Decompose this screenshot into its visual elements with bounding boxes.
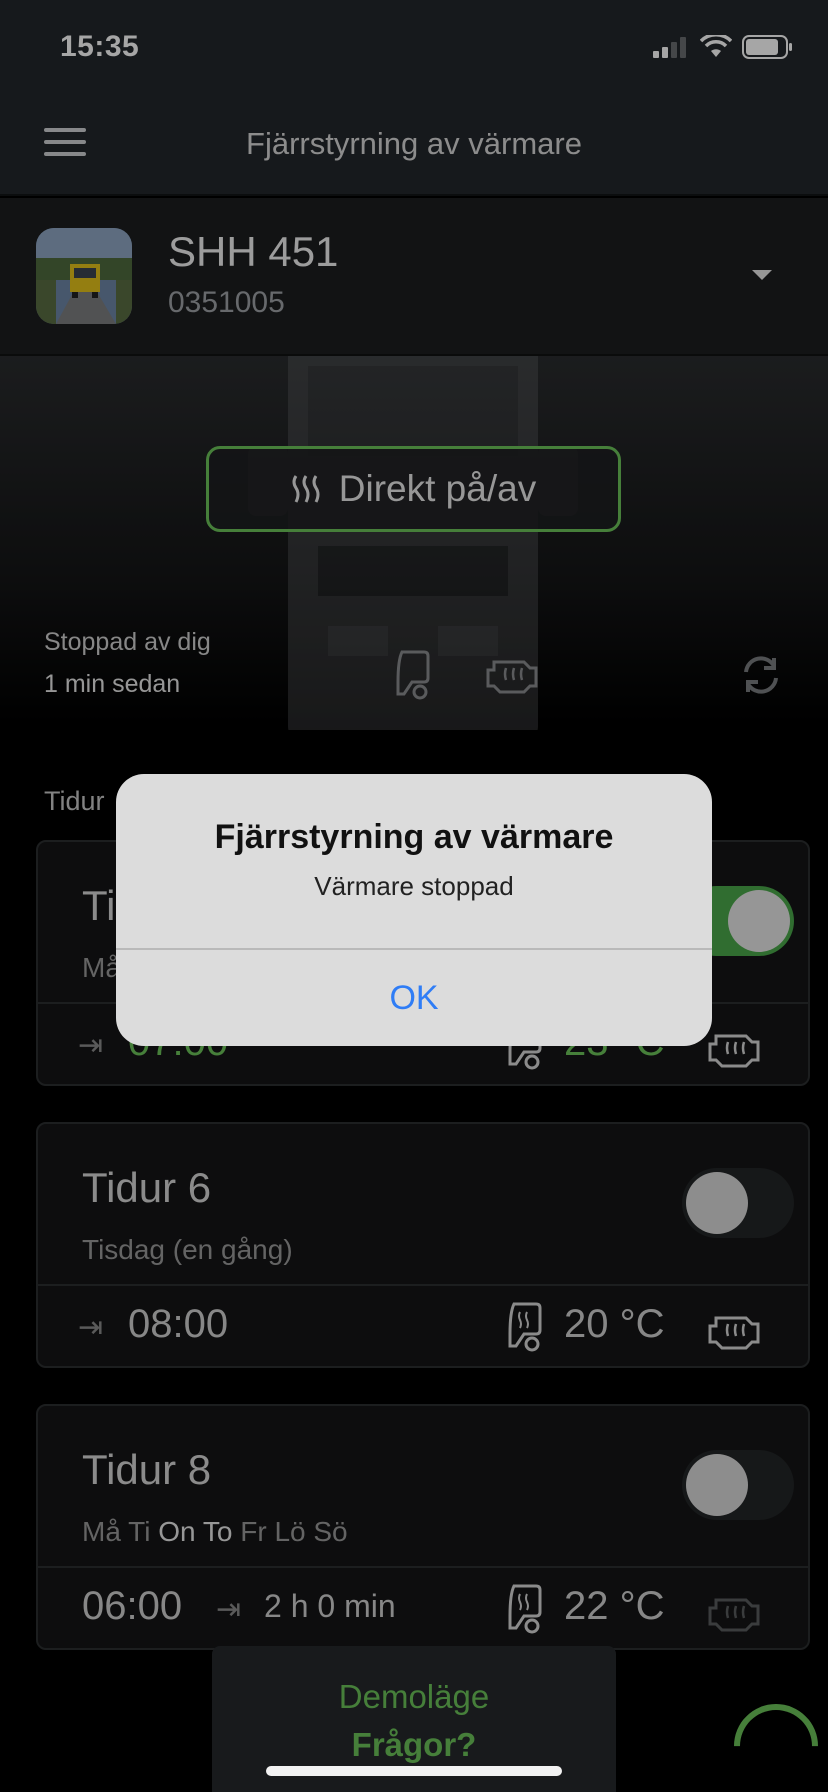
alert-dialog: Fjärrstyrning av värmare Värmare stoppad… [116, 774, 712, 1046]
alert-message: Värmare stoppad [314, 871, 514, 901]
alert-ok-button[interactable]: OK [116, 950, 712, 1046]
alert-title: Fjärrstyrning av värmare [214, 818, 614, 856]
home-indicator[interactable] [266, 1766, 562, 1776]
